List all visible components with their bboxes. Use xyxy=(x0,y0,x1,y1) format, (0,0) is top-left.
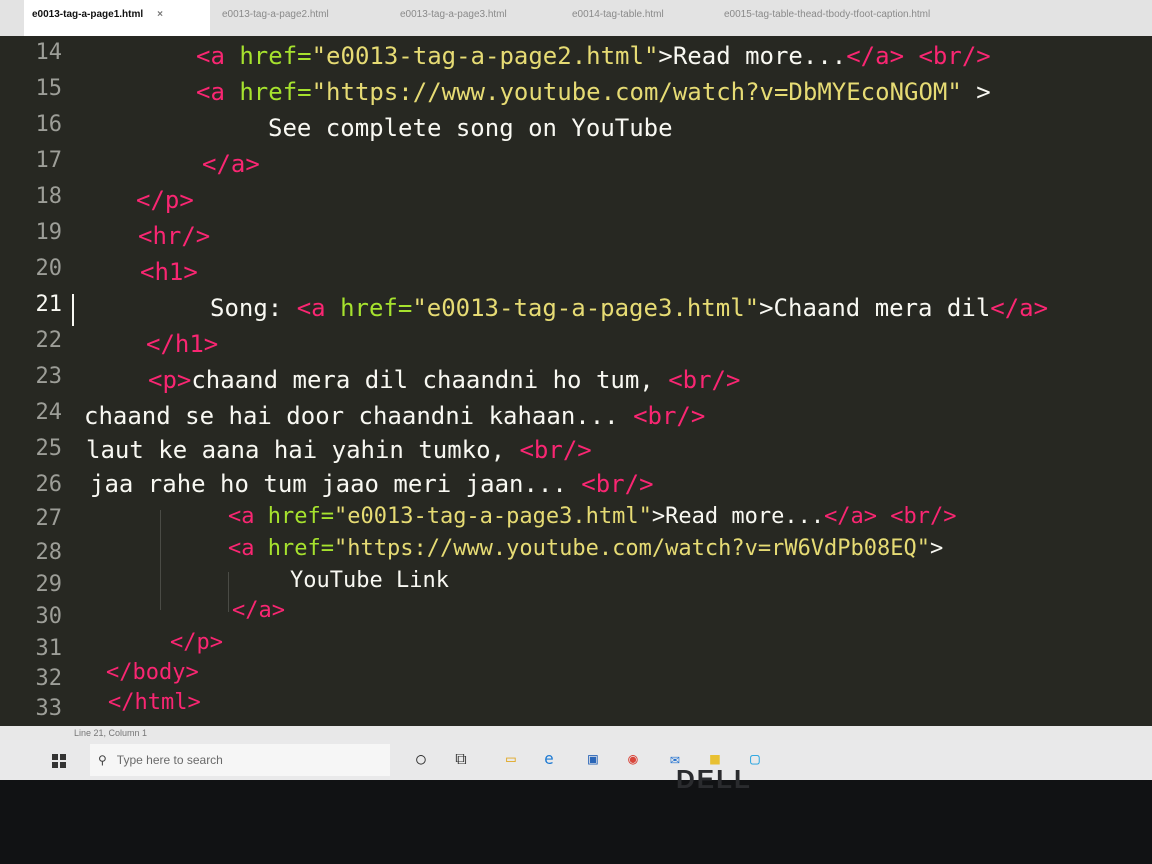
code-line-28: <a href="https://www.youtube.com/watch?v… xyxy=(228,536,944,561)
code-editor[interactable]: 14 15 16 17 18 19 20 21 22 23 24 25 26 2… xyxy=(0,36,1152,726)
line-number: 27 xyxy=(35,506,63,531)
code-line-20: <h1> xyxy=(140,258,198,286)
text-cursor xyxy=(72,294,74,326)
indent-guide xyxy=(228,572,229,612)
tab-label: e0014-tag-table.html xyxy=(572,9,664,20)
code-line-25: laut ke aana hai yahin tumko, <br/> xyxy=(86,436,592,464)
line-number: 20 xyxy=(35,256,63,281)
file-explorer-icon[interactable]: ▭ xyxy=(500,748,522,770)
line-number: 17 xyxy=(35,148,63,173)
line-number: 22 xyxy=(35,328,63,353)
code-line-31: </p> xyxy=(170,630,223,655)
line-number: 15 xyxy=(35,76,63,101)
code-line-19: <hr/> xyxy=(138,222,211,250)
search-icon: ⚲ xyxy=(98,753,107,767)
tab-label: e0015-tag-table-thead-tbody-tfoot-captio… xyxy=(724,9,931,20)
code-line-22: </h1> xyxy=(146,330,219,358)
windows-start-icon[interactable] xyxy=(52,754,66,768)
tab-e0015-table-sections[interactable]: e0015-tag-table-thead-tbody-tfoot-captio… xyxy=(716,0,984,36)
code-line-27: <a href="e0013-tag-a-page3.html">Read mo… xyxy=(228,504,957,529)
line-number: 19 xyxy=(35,220,63,245)
code-line-23: <p>chaand mera dil chaandni ho tum, <br/… xyxy=(148,366,741,394)
line-number-current: 21 xyxy=(35,292,63,317)
line-number: 29 xyxy=(35,572,63,597)
taskbar-search-box[interactable]: ⚲ Type here to search xyxy=(90,744,390,776)
indent-guide xyxy=(160,510,161,610)
tab-e0013-page3[interactable]: e0013-tag-a-page3.html xyxy=(392,0,570,36)
tab-bar: e0013-tag-a-page1.html × e0013-tag-a-page… xyxy=(0,0,1152,36)
line-number: 25 xyxy=(35,436,63,461)
line-number: 32 xyxy=(35,666,63,691)
search-placeholder: Type here to search xyxy=(116,753,223,767)
code-line-24: chaand se hai door chaandni kahaan... <b… xyxy=(84,402,706,430)
line-number: 31 xyxy=(35,636,63,661)
line-number: 16 xyxy=(35,112,63,137)
line-number: 23 xyxy=(35,364,63,389)
monitor-screen: e0013-tag-a-page1.html × e0013-tag-a-page… xyxy=(0,0,1152,760)
store-icon[interactable]: ▣ xyxy=(582,748,604,770)
line-number: 33 xyxy=(35,696,63,721)
tab-e0014-table[interactable]: e0014-tag-table.html xyxy=(564,0,722,36)
monitor-bezel xyxy=(0,780,1152,864)
line-number: 24 xyxy=(35,400,63,425)
line-number: 30 xyxy=(35,604,63,629)
tab-label: e0013-tag-a-page2.html xyxy=(222,9,329,20)
code-line-15: <a href="https://www.youtube.com/watch?v… xyxy=(196,78,991,106)
line-number: 26 xyxy=(35,472,63,497)
windows-taskbar: ⚲ Type here to search ○ ⧉ ▭ e ▣ ◉ ✉ ■ ▢ xyxy=(0,740,1152,780)
code-line-33: </html> xyxy=(108,690,201,715)
edge-icon[interactable]: e xyxy=(538,748,560,770)
code-line-17: </a> xyxy=(202,150,260,178)
code-line-21: Song: <a href="e0013-tag-a-page3.html">C… xyxy=(210,294,1049,322)
cursor-position: Line 21, Column 1 xyxy=(74,728,148,738)
tab-e0013-page1[interactable]: e0013-tag-a-page1.html × xyxy=(24,0,210,36)
code-line-32: </body> xyxy=(106,660,199,685)
line-number: 18 xyxy=(35,184,63,209)
code-line-26: jaa rahe ho tum jaao meri jaan... <br/> xyxy=(90,470,654,498)
tab-label: e0013-tag-a-page1.html xyxy=(32,9,144,20)
dell-logo: DELL xyxy=(676,764,752,794)
chrome-icon[interactable]: ◉ xyxy=(622,748,644,770)
status-bar: Line 21, Column 1 xyxy=(0,726,1152,740)
code-line-30: </a> xyxy=(232,598,285,623)
line-number: 14 xyxy=(35,40,63,65)
close-icon[interactable]: × xyxy=(157,9,163,20)
cortana-circle-icon[interactable]: ○ xyxy=(410,748,432,770)
tab-e0013-page2[interactable]: e0013-tag-a-page2.html xyxy=(214,0,392,36)
code-line-29: YouTube Link xyxy=(290,568,449,593)
code-line-16: See complete song on YouTube xyxy=(268,114,673,142)
task-view-icon[interactable]: ⧉ xyxy=(450,748,472,770)
code-line-14: <a href="e0013-tag-a-page2.html">Read mo… xyxy=(196,42,991,70)
tab-label: e0013-tag-a-page3.html xyxy=(400,9,507,20)
code-line-18: </p> xyxy=(136,186,194,214)
line-number: 28 xyxy=(35,540,63,565)
